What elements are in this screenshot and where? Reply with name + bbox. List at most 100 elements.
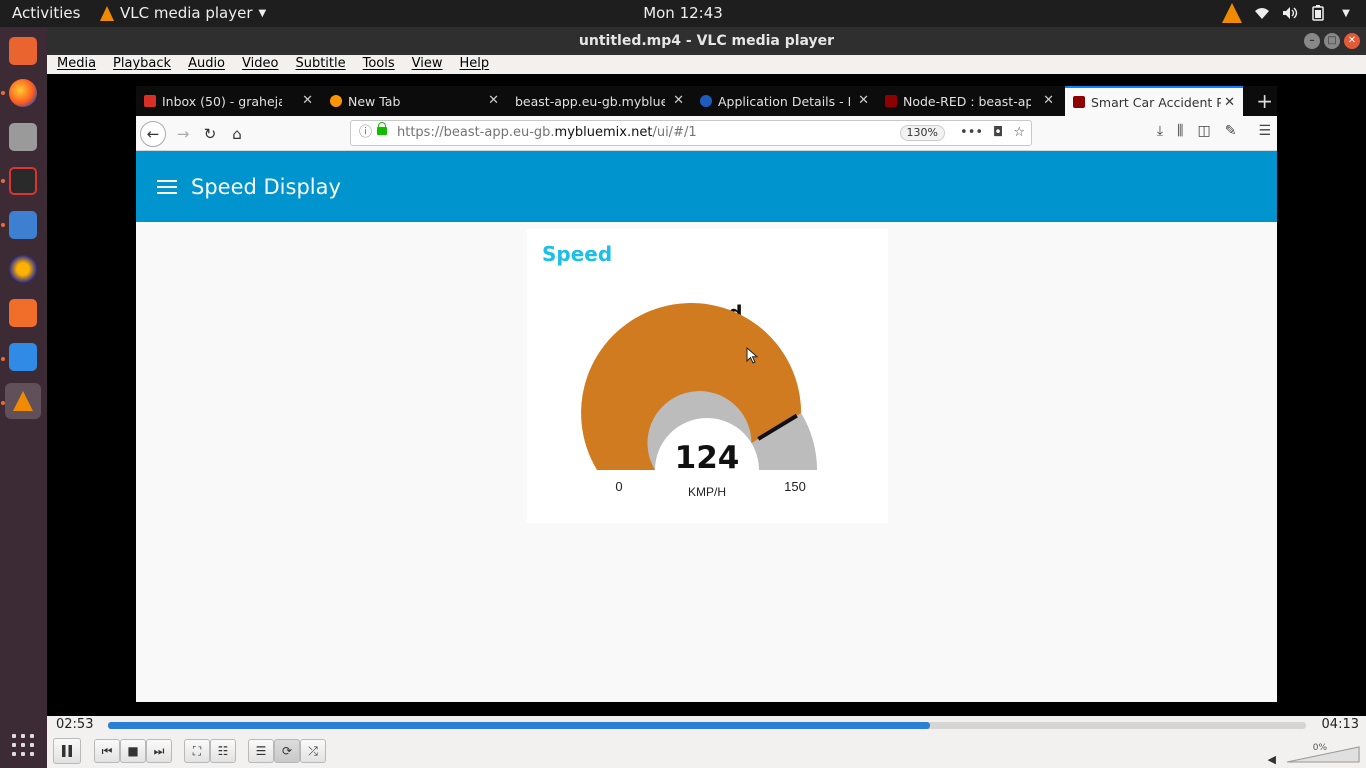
url-bar[interactable]: ⓘ https://beast-app.eu-gb.mybluemix.net/…	[350, 120, 1032, 146]
browser-tab[interactable]: beast-app.eu-gb.mybluem ✕	[507, 86, 692, 116]
tab-label: Inbox (50) - graheja19	[162, 93, 282, 109]
time-elapsed[interactable]: 02:53	[56, 717, 93, 732]
menu-icon[interactable]	[157, 180, 177, 194]
firefox-icon	[330, 95, 342, 107]
page-actions-icon[interactable]: •••	[960, 121, 983, 145]
volume-icon[interactable]	[1282, 5, 1298, 21]
browser-tab[interactable]: New Tab ✕	[322, 86, 507, 116]
lock-icon	[377, 122, 387, 135]
close-tab-icon[interactable]: ✕	[302, 93, 313, 108]
show-applications-icon[interactable]	[12, 734, 34, 756]
dock-vlc[interactable]	[5, 383, 41, 419]
tab-label: beast-app.eu-gb.mybluem	[515, 93, 665, 109]
skip-forward-icon: ⏭	[153, 743, 165, 758]
shuffle-button[interactable]: ⤮	[300, 739, 326, 763]
gauge-min-label: 0	[615, 479, 622, 494]
close-tab-icon[interactable]: ✕	[673, 93, 684, 108]
dock-presentation-app[interactable]	[5, 295, 41, 331]
dock-remote-app[interactable]	[5, 207, 41, 243]
maximize-button[interactable]: □	[1324, 33, 1340, 49]
stop-button[interactable]: ■	[120, 739, 146, 763]
wifi-icon[interactable]	[1254, 5, 1270, 21]
close-tab-icon[interactable]: ✕	[488, 93, 499, 108]
browser-tab-active[interactable]: Smart Car Accident Pr ✕	[1065, 86, 1243, 116]
seek-slider[interactable]	[108, 722, 1306, 729]
extended-settings-button[interactable]: ☷	[210, 739, 236, 763]
speaker-icon[interactable]: ◀	[1268, 753, 1276, 766]
menu-help[interactable]: Help	[460, 55, 490, 74]
battery-icon[interactable]	[1310, 5, 1326, 21]
system-menu-chevron-icon[interactable]: ▼	[1338, 5, 1354, 21]
close-tab-icon[interactable]: ✕	[1224, 95, 1235, 110]
pause-button[interactable]	[53, 738, 81, 764]
tab-label: New Tab	[348, 93, 401, 109]
equalizer-icon: ☷	[217, 744, 229, 758]
dock-firefox[interactable]	[5, 75, 41, 111]
close-button[interactable]: ✕	[1344, 33, 1360, 49]
activities-button[interactable]: Activities	[12, 4, 80, 22]
url-suffix: /ui/#/1	[652, 125, 697, 140]
menu-tools[interactable]: Tools	[363, 55, 395, 74]
pocket-icon[interactable]: ◘	[993, 121, 1003, 145]
mouse-cursor-icon	[746, 347, 759, 364]
stop-icon: ■	[127, 744, 139, 758]
close-tab-icon[interactable]: ✕	[858, 93, 869, 108]
seek-progress	[108, 722, 930, 729]
dock-terminal-app[interactable]	[5, 163, 41, 199]
dock-writer-app[interactable]	[5, 339, 41, 375]
info-icon[interactable]: ⓘ	[359, 121, 372, 145]
video-frame-browser: Inbox (50) - graheja19 ✕ New Tab ✕ beast…	[136, 86, 1277, 702]
browser-tab-bar: Inbox (50) - graheja19 ✕ New Tab ✕ beast…	[136, 86, 1277, 116]
fullscreen-button[interactable]: ⛶	[184, 739, 210, 763]
app-menu[interactable]: VLC media player ▼	[100, 4, 266, 22]
back-button[interactable]: ←	[140, 121, 166, 147]
new-tab-icon[interactable]: +	[1256, 89, 1273, 113]
node-red-icon	[1073, 96, 1085, 108]
loop-button[interactable]: ⟳	[274, 739, 300, 763]
tab-label: Node-RED : beast-app.	[903, 93, 1031, 109]
menu-video[interactable]: Video	[242, 55, 278, 74]
home-icon[interactable]: ⌂	[224, 121, 250, 147]
url-domain: mybluemix.net	[554, 125, 653, 140]
vlc-tray-icon[interactable]	[1222, 3, 1242, 23]
sidebar-icon[interactable]: ◫	[1197, 123, 1210, 139]
extension-icon[interactable]: ✎	[1225, 123, 1237, 139]
browser-tab[interactable]: Inbox (50) - graheja19 ✕	[136, 86, 321, 116]
node-red-icon	[885, 95, 897, 107]
library-icon[interactable]: ⫼	[1177, 123, 1183, 139]
terminal-icon	[9, 167, 37, 195]
menu-media[interactable]: Media	[57, 55, 96, 74]
dock-software-center[interactable]	[5, 33, 41, 69]
tab-label: Application Details - IB	[718, 93, 850, 109]
download-icon[interactable]: ⤓	[1157, 123, 1163, 139]
system-tray: ▼	[1222, 3, 1354, 23]
zoom-badge[interactable]: 130%	[899, 125, 945, 141]
vlc-window-titlebar[interactable]: untitled.mp4 - VLC media player – □ ✕	[47, 27, 1366, 55]
system-top-bar: Activities VLC media player ▼ Mon 12:43 …	[0, 0, 1366, 27]
browser-tab[interactable]: Node-RED : beast-app. ✕	[877, 86, 1062, 116]
loop-icon: ⟳	[281, 744, 293, 758]
dock-files[interactable]	[5, 119, 41, 155]
menu-playback[interactable]: Playback	[113, 55, 171, 74]
bookmark-star-icon[interactable]: ☆	[1013, 121, 1025, 145]
dashboard-header: Speed Display	[136, 151, 1277, 222]
previous-button[interactable]: ⏮	[94, 739, 120, 763]
menu-view[interactable]: View	[412, 55, 443, 74]
time-total[interactable]: 04:13	[1322, 717, 1359, 732]
gmail-icon	[144, 95, 156, 107]
speed-group-card: Speed Speed 124 KMP/H 0 150	[527, 229, 888, 523]
forward-button[interactable]: →	[170, 121, 196, 147]
menu-subtitle[interactable]: Subtitle	[295, 55, 345, 74]
close-tab-icon[interactable]: ✕	[1043, 93, 1054, 108]
minimize-button[interactable]: –	[1304, 33, 1320, 49]
browser-tab[interactable]: Application Details - IB ✕	[692, 86, 877, 116]
clock[interactable]: Mon 12:43	[643, 4, 723, 22]
menu-hamburger-icon[interactable]: ☰	[1258, 123, 1271, 139]
launcher-dock	[0, 27, 47, 768]
reload-icon[interactable]: ↻	[197, 121, 223, 147]
menu-audio[interactable]: Audio	[188, 55, 225, 74]
dashboard-title: Speed Display	[191, 175, 341, 199]
playlist-button[interactable]: ☰	[248, 739, 274, 763]
dock-audio-app[interactable]	[5, 251, 41, 287]
next-button[interactable]: ⏭	[146, 739, 172, 763]
